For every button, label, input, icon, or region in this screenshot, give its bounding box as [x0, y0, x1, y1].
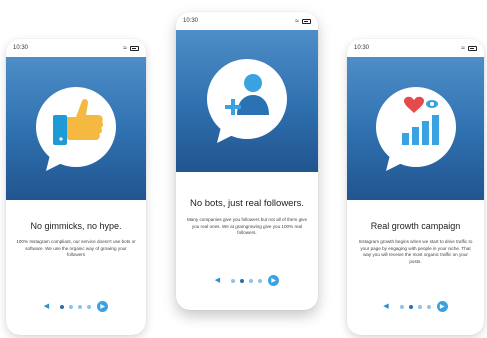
status-bar: 10:30 ≈ [176, 12, 318, 30]
status-time: 10:30 [354, 45, 370, 51]
chevron-left-icon[interactable]: ◀ [44, 303, 49, 310]
next-button[interactable]: ▶ [436, 301, 448, 312]
wifi-icon: ≈ [461, 44, 465, 52]
status-time: 10:30 [183, 18, 199, 24]
chevron-left-icon[interactable]: ◀ [383, 303, 388, 310]
pager-dot[interactable] [78, 304, 83, 309]
status-time: 10:30 [13, 45, 29, 51]
battery-icon [130, 45, 139, 51]
pager-dot[interactable] [426, 304, 431, 309]
thumbs-up-icon [36, 86, 116, 171]
chevron-right-icon: ▶ [100, 304, 105, 310]
pagination: ◀ ▶ [6, 301, 146, 312]
pager-dot[interactable] [87, 304, 92, 309]
pagination: ◀ ▶ [176, 275, 318, 286]
onboarding-screen-2: 10:30 ≈ No bots, just real followers. Ma… [176, 12, 318, 310]
pager-dot[interactable] [231, 278, 236, 283]
battery-icon [302, 18, 311, 24]
hero-banner [347, 57, 484, 200]
screen-title: No bots, just real followers. [189, 198, 305, 209]
screen-description: 100% Instagram compliant, our service do… [16, 239, 136, 258]
status-bar: 10:30 ≈ [6, 39, 146, 57]
next-button[interactable]: ▶ [97, 301, 109, 312]
pager-dot[interactable] [240, 278, 245, 283]
wifi-icon: ≈ [123, 44, 127, 52]
status-bar: 10:30 ≈ [347, 39, 484, 57]
screen-title: Real growth campaign [370, 221, 461, 231]
wifi-icon: ≈ [295, 17, 299, 25]
hero-banner [6, 57, 146, 200]
growth-chart-icon [375, 86, 456, 171]
screen-title: No gimmicks, no hype. [30, 221, 122, 231]
pager-dot[interactable] [69, 304, 74, 309]
onboarding-screen-1: 10:30 ≈ No gimmicks, no hype. 100% Insta… [6, 39, 146, 335]
pagination: ◀ ▶ [347, 301, 484, 312]
chevron-right-icon: ▶ [439, 304, 445, 310]
pager-dot[interactable] [399, 304, 404, 309]
pager-dot[interactable] [258, 278, 263, 283]
pager-dot[interactable] [408, 304, 413, 309]
chevron-left-icon[interactable]: ◀ [215, 277, 220, 284]
onboarding-screen-3: 10:30 ≈ Real growth campaign Instagram g… [347, 39, 484, 335]
pager-dot[interactable] [249, 278, 254, 283]
hero-banner [176, 30, 318, 172]
pager-dot[interactable] [60, 304, 65, 309]
screen-description: Instagram growth begins when we start to… [358, 239, 473, 264]
add-user-icon [207, 59, 287, 143]
next-button[interactable]: ▶ [268, 275, 280, 286]
chevron-right-icon: ▶ [271, 278, 276, 284]
pager-dot[interactable] [417, 304, 422, 309]
battery-icon [468, 45, 477, 51]
screen-description: Many companies give you followers but no… [186, 217, 307, 236]
